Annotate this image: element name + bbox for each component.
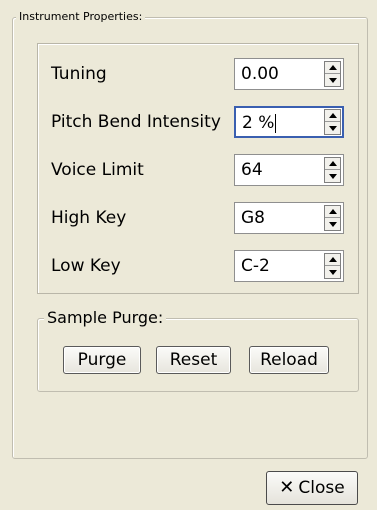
voice-limit-increment-button[interactable] <box>325 158 340 170</box>
voice-limit-spin-arrows[interactable] <box>324 157 341 183</box>
tuning-label: Tuning <box>51 64 107 84</box>
pitch-bend-decrement-button[interactable] <box>325 122 340 134</box>
close-button-label: Close <box>298 478 345 498</box>
purge-button-label: Purge <box>77 350 127 370</box>
pitch-bend-spinbox[interactable]: 2 % <box>234 106 344 138</box>
reload-button-label: Reload <box>260 350 318 370</box>
arrow-down-icon <box>328 221 337 227</box>
text-cursor <box>275 113 277 133</box>
pitch-bend-label: Pitch Bend Intensity <box>51 112 221 132</box>
arrow-up-icon <box>328 209 337 214</box>
voice-limit-decrement-button[interactable] <box>325 170 340 182</box>
instrument-properties-panel: Instrument Properties: Tuning 0.00 Pitch… <box>0 0 375 508</box>
arrow-down-icon <box>328 77 337 83</box>
high-key-decrement-button[interactable] <box>325 218 340 230</box>
arrow-up-icon <box>328 257 337 262</box>
pitch-bend-spin-arrows[interactable] <box>324 109 341 135</box>
tuning-spinbox[interactable]: 0.00 <box>234 58 344 90</box>
low-key-increment-button[interactable] <box>325 254 340 266</box>
reset-button-label: Reset <box>169 350 218 370</box>
arrow-up-icon <box>328 161 337 166</box>
voice-limit-label: Voice Limit <box>51 160 144 180</box>
high-key-value[interactable]: G8 <box>241 203 265 233</box>
low-key-spin-arrows[interactable] <box>324 253 341 279</box>
high-key-increment-button[interactable] <box>325 206 340 218</box>
low-key-label: Low Key <box>51 256 121 276</box>
reload-button[interactable]: Reload <box>249 346 329 374</box>
tuning-value[interactable]: 0.00 <box>241 59 279 89</box>
close-button[interactable]: ✕ Close <box>266 471 358 505</box>
arrow-down-icon <box>328 269 337 275</box>
voice-limit-spinbox[interactable]: 64 <box>234 154 344 186</box>
tuning-spin-arrows[interactable] <box>324 61 341 87</box>
high-key-spin-arrows[interactable] <box>324 205 341 231</box>
high-key-label: High Key <box>51 208 127 228</box>
purge-button[interactable]: Purge <box>63 346 141 374</box>
arrow-down-icon <box>328 173 337 179</box>
reset-button[interactable]: Reset <box>156 346 231 374</box>
tuning-decrement-button[interactable] <box>325 74 340 86</box>
arrow-up-icon <box>328 65 337 70</box>
high-key-spinbox[interactable]: G8 <box>234 202 344 234</box>
tuning-increment-button[interactable] <box>325 62 340 74</box>
pitch-bend-value-text: 2 % <box>242 113 275 133</box>
arrow-up-icon <box>328 113 337 118</box>
arrow-down-icon <box>328 125 337 131</box>
instrument-properties-legend: Instrument Properties: <box>16 9 146 25</box>
pitch-bend-value[interactable]: 2 % <box>242 108 277 138</box>
low-key-spinbox[interactable]: C-2 <box>234 250 344 282</box>
low-key-decrement-button[interactable] <box>325 266 340 278</box>
close-x-icon: ✕ <box>279 477 295 498</box>
sample-purge-legend: Sample Purge: <box>44 308 167 328</box>
low-key-value[interactable]: C-2 <box>241 251 270 281</box>
pitch-bend-increment-button[interactable] <box>325 110 340 122</box>
voice-limit-value[interactable]: 64 <box>241 155 263 185</box>
